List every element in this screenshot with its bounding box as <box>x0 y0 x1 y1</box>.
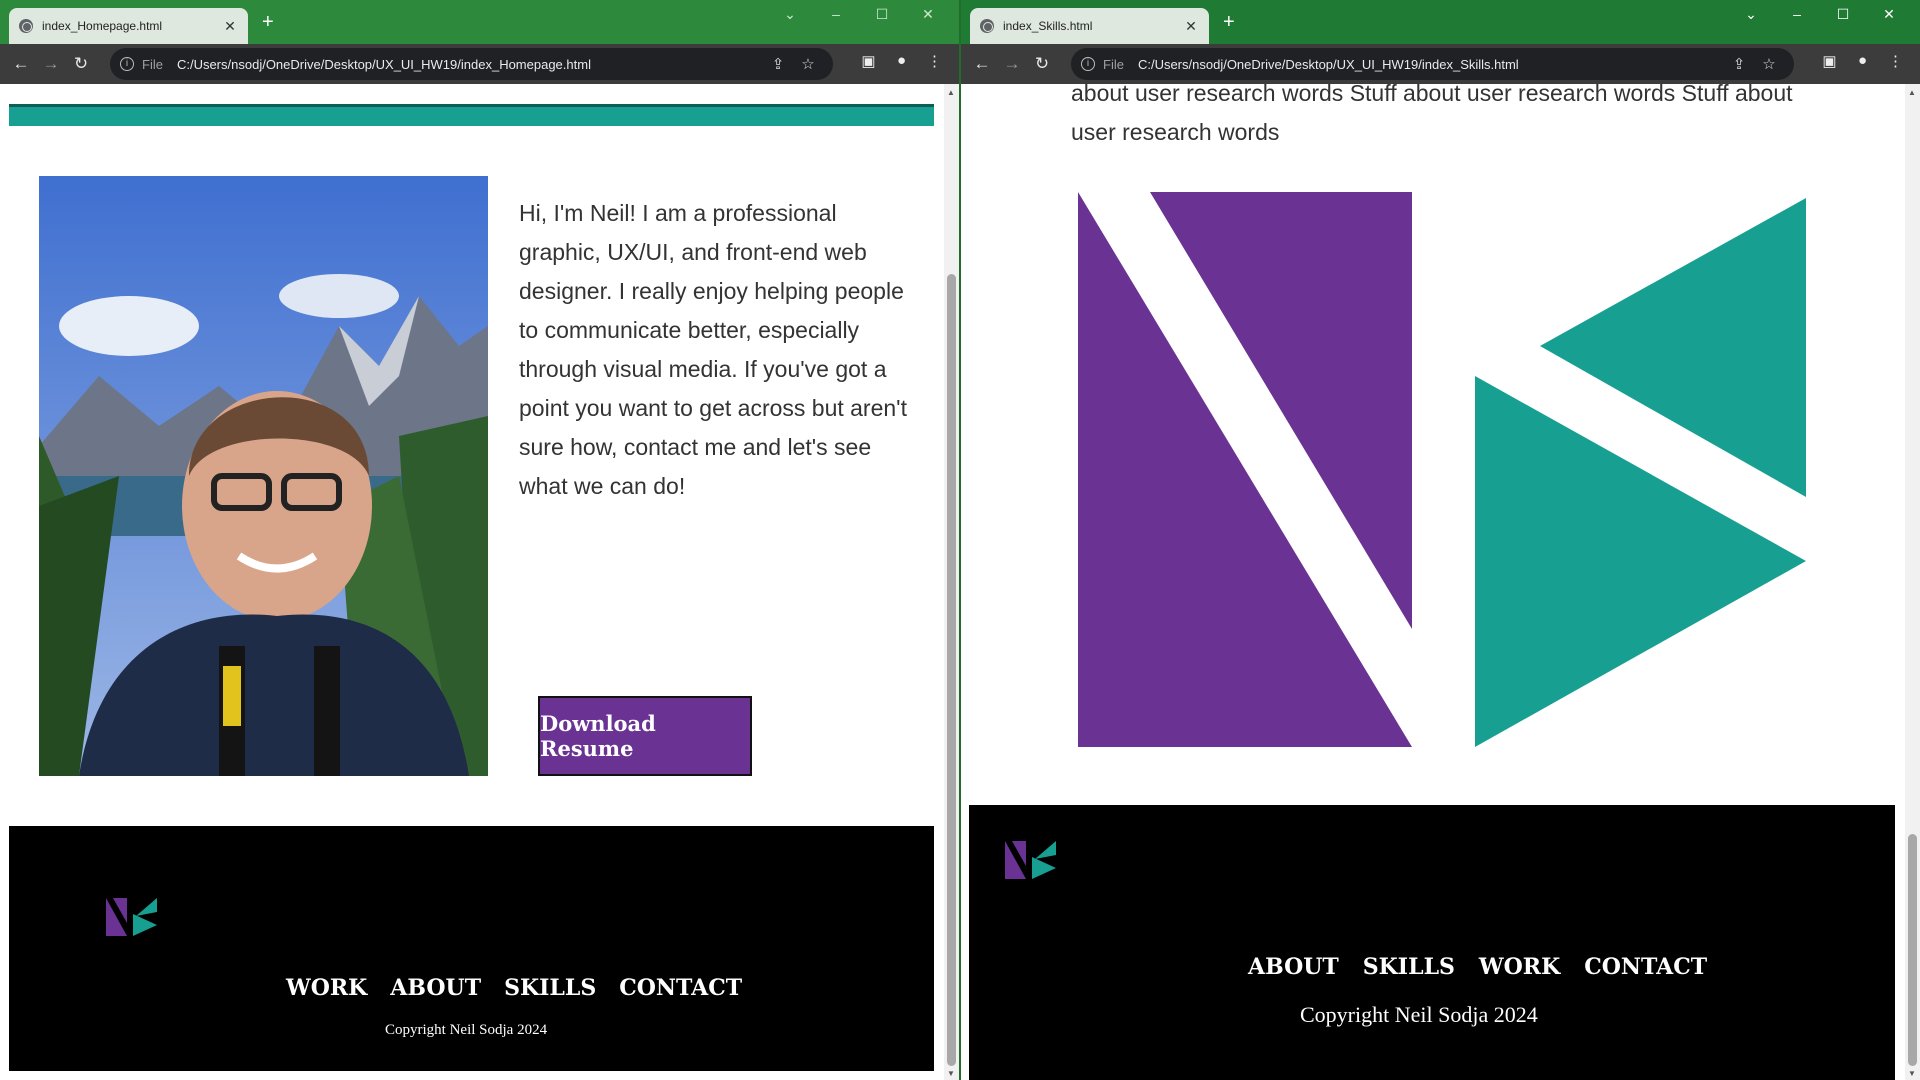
share-icon[interactable]: ⇪ <box>763 55 793 73</box>
minimize-icon[interactable]: – <box>1774 6 1820 23</box>
scrollbar[interactable]: ▲ ▼ <box>1905 84 1920 1080</box>
tab-title: index_Homepage.html <box>42 19 163 33</box>
url-scheme: File <box>1103 56 1124 72</box>
omnibox[interactable]: i File C:/Users/nsodj/OneDrive/Desktop/U… <box>110 48 833 80</box>
scrollbar[interactable]: ▲ ▼ <box>944 84 959 1080</box>
tab-strip: index_Skills.html ✕ + ⌄ – ☐ ✕ <box>961 0 1920 44</box>
chevron-down-icon[interactable]: ⌄ <box>1728 6 1774 23</box>
close-icon[interactable]: ✕ <box>222 18 238 35</box>
copyright: Copyright Neil Sodja 2024 <box>385 1022 548 1038</box>
footer-nav: WORK ABOUT SKILLS CONTACT <box>286 975 742 1001</box>
footer-link-about[interactable]: ABOUT <box>390 975 481 1001</box>
copyright: Copyright Neil Sodja 2024 <box>1300 1002 1538 1027</box>
scroll-up-icon[interactable]: ▲ <box>947 88 955 97</box>
window-controls: ⌄ – ☐ ✕ <box>767 6 951 23</box>
new-tab-icon[interactable]: + <box>262 12 274 32</box>
bio-text: Hi, I'm Neil! I am a professional graphi… <box>519 200 907 499</box>
maximize-icon[interactable]: ☐ <box>1820 6 1866 23</box>
reload-icon[interactable]: ↻ <box>66 54 96 74</box>
logo-large-icon <box>1078 192 1806 747</box>
globe-icon <box>19 19 33 33</box>
minimize-icon[interactable]: – <box>813 6 859 23</box>
footer: ABOUT SKILLS WORK CONTACT Copyright Neil… <box>969 805 1895 1080</box>
omnibox[interactable]: i File C:/Users/nsodj/OneDrive/Desktop/U… <box>1071 48 1794 80</box>
profile-icon[interactable]: ● <box>885 52 918 70</box>
skills-body-text: about user research words Stuff about us… <box>1071 84 1793 145</box>
url-scheme: File <box>142 56 163 72</box>
tab-homepage[interactable]: index_Homepage.html ✕ <box>9 8 248 44</box>
info-icon[interactable]: i <box>120 57 134 71</box>
page-viewport: about user research words Stuff about us… <box>961 84 1920 1080</box>
side-panel-icon[interactable]: ▣ <box>1813 52 1846 70</box>
toolbar-right: ▣ ● ⋮ <box>1813 52 1912 70</box>
toolbar-right: ▣ ● ⋮ <box>852 52 951 70</box>
tab-strip: index_Homepage.html ✕ + ⌄ – ☐ ✕ <box>0 0 959 44</box>
footer-link-about[interactable]: ABOUT <box>1248 954 1339 980</box>
scroll-thumb[interactable] <box>1908 834 1917 1066</box>
reload-icon[interactable]: ↻ <box>1027 54 1057 74</box>
profile-photo <box>39 176 488 776</box>
footer-link-contact[interactable]: CONTACT <box>1584 954 1707 980</box>
footer-link-skills[interactable]: SKILLS <box>1363 954 1455 980</box>
star-icon[interactable]: ☆ <box>793 55 823 73</box>
scroll-down-icon[interactable]: ▼ <box>1908 1069 1916 1078</box>
menu-icon[interactable]: ⋮ <box>918 52 951 70</box>
globe-icon <box>980 19 994 33</box>
url-text[interactable]: C:/Users/nsodj/OneDrive/Desktop/UX_UI_HW… <box>177 57 763 72</box>
forward-icon[interactable]: → <box>36 54 66 74</box>
footer-link-contact[interactable]: CONTACT <box>619 975 742 1001</box>
forward-icon[interactable]: → <box>997 54 1027 74</box>
scroll-down-icon[interactable]: ▼ <box>947 1069 955 1078</box>
menu-icon[interactable]: ⋮ <box>1879 52 1912 70</box>
browser-window-skills: index_Skills.html ✕ + ⌄ – ☐ ✕ ← → ↻ i Fi… <box>961 0 1920 1080</box>
footer-nav: ABOUT SKILLS WORK CONTACT <box>1248 954 1707 980</box>
close-window-icon[interactable]: ✕ <box>905 6 951 23</box>
new-tab-icon[interactable]: + <box>1223 12 1235 32</box>
logo-icon[interactable] <box>1003 839 1059 881</box>
footer-link-work[interactable]: WORK <box>286 975 367 1001</box>
share-icon[interactable]: ⇪ <box>1724 55 1754 73</box>
maximize-icon[interactable]: ☐ <box>859 6 905 23</box>
info-icon[interactable]: i <box>1081 57 1095 71</box>
footer-link-skills[interactable]: SKILLS <box>504 975 596 1001</box>
tab-skills[interactable]: index_Skills.html ✕ <box>970 8 1209 44</box>
page-viewport: Hi, I'm Neil! I am a professional graphi… <box>0 84 959 1080</box>
url-text[interactable]: C:/Users/nsodj/OneDrive/Desktop/UX_UI_HW… <box>1138 57 1724 72</box>
address-bar: ← → ↻ i File C:/Users/nsodj/OneDrive/Des… <box>961 44 1920 84</box>
profile-icon[interactable]: ● <box>1846 52 1879 70</box>
scroll-thumb[interactable] <box>947 274 956 1066</box>
scroll-up-icon[interactable]: ▲ <box>1908 88 1916 97</box>
logo-icon[interactable] <box>104 896 160 938</box>
side-panel-icon[interactable]: ▣ <box>852 52 885 70</box>
header-accent-bar <box>9 104 934 126</box>
address-bar: ← → ↻ i File C:/Users/nsodj/OneDrive/Des… <box>0 44 959 84</box>
browser-window-homepage: index_Homepage.html ✕ + ⌄ – ☐ ✕ ← → ↻ i … <box>0 0 959 1080</box>
star-icon[interactable]: ☆ <box>1754 55 1784 73</box>
back-icon[interactable]: ← <box>967 54 997 74</box>
chevron-down-icon[interactable]: ⌄ <box>767 6 813 23</box>
close-icon[interactable]: ✕ <box>1183 18 1199 35</box>
close-window-icon[interactable]: ✕ <box>1866 6 1912 23</box>
window-controls: ⌄ – ☐ ✕ <box>1728 6 1912 23</box>
footer: WORK ABOUT SKILLS CONTACT Copyright Neil… <box>9 826 934 1071</box>
tab-title: index_Skills.html <box>1003 19 1093 33</box>
download-resume-button[interactable]: Download Resume <box>538 696 752 776</box>
back-icon[interactable]: ← <box>6 54 36 74</box>
footer-link-work[interactable]: WORK <box>1479 954 1560 980</box>
